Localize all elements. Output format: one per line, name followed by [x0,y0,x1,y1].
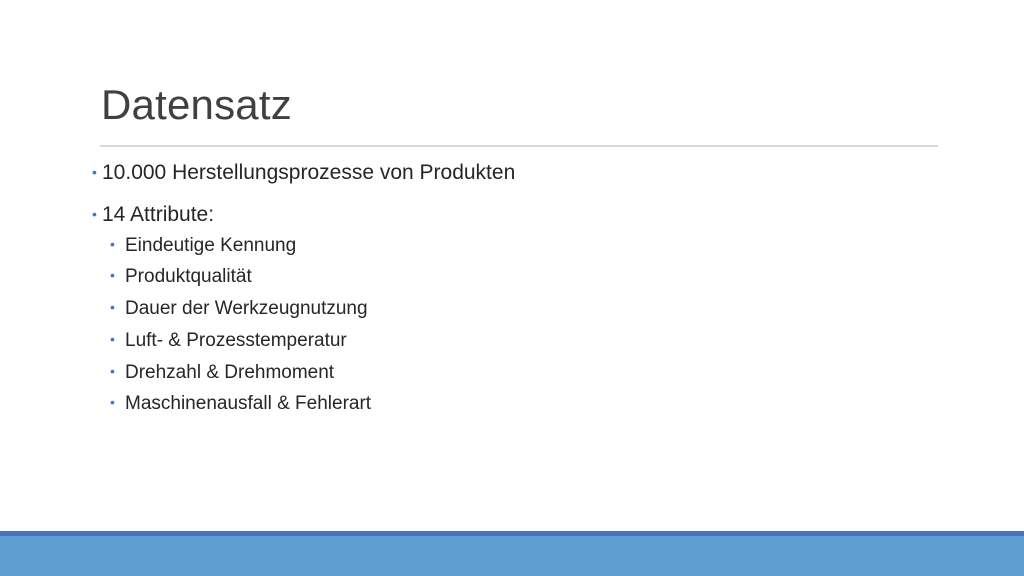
bullet-text: 10.000 Herstellungsprozesse von Produkte… [102,161,516,184]
bullet-icon: • [110,299,115,315]
bullet-icon: • [110,267,115,283]
slide: Datensatz • 10.000 Herstellungsprozesse v… [0,0,1024,576]
sub-bullet-item: • Produktqualität [110,267,252,286]
sub-bullet-text: Eindeutige Kennung [125,235,297,256]
sub-bullet-item: • Drehzahl & Drehmoment [110,363,334,382]
slide-title: Datensatz [101,81,292,128]
bullet-item: • 10.000 Herstellungsprozesse von Produkt… [92,162,515,183]
sub-bullet-text: Luft- & Prozesstemperatur [125,330,347,351]
sub-bullet-text: Maschinenausfall & Fehlerart [125,393,372,414]
bullet-icon: • [110,394,115,410]
sub-bullet-item: • Dauer der Werkzeugnutzung [110,299,368,318]
sub-bullet-text: Drehzahl & Drehmoment [125,362,335,383]
bullet-icon: • [110,363,115,379]
sub-bullet-item: • Luft- & Prozesstemperatur [110,331,347,350]
footer-band [0,536,1024,576]
sub-bullet-item: • Maschinenausfall & Fehlerart [110,394,371,413]
sub-bullet-item: • Eindeutige Kennung [110,236,296,255]
bullet-icon: • [110,331,115,347]
title-divider [100,145,938,147]
bullet-item: • 14 Attribute: [92,204,214,225]
bullet-icon: • [110,236,115,252]
sub-bullet-text: Dauer der Werkzeugnutzung [125,298,368,319]
bullet-icon: • [92,206,97,222]
bullet-text: 14 Attribute: [102,203,215,226]
sub-bullet-text: Produktqualität [125,266,252,287]
bullet-icon: • [92,164,97,180]
